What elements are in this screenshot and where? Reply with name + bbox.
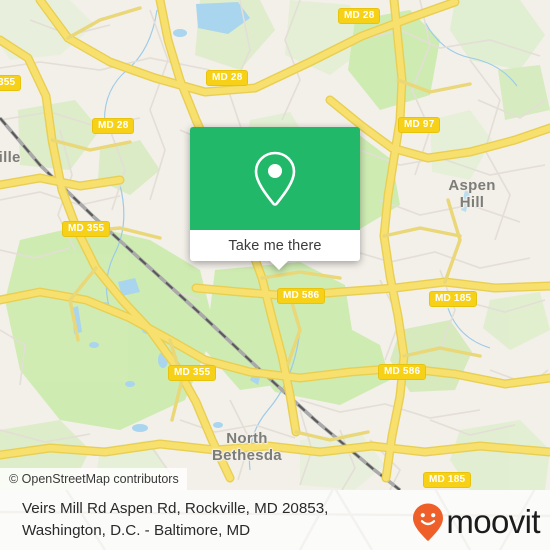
osm-attribution[interactable]: © OpenStreetMap contributors <box>0 468 187 490</box>
road-shield-md-355-upper[interactable]: MD 355 <box>62 221 111 237</box>
popup-pointer-tail <box>269 260 289 270</box>
road-shield-md-185-upper[interactable]: MD 185 <box>429 291 478 307</box>
moovit-smiling-pin-icon <box>413 503 444 541</box>
map-canvas[interactable]: ville Aspen Hill North Bethesda MD 28 MD… <box>0 0 550 490</box>
road-shield-md-28-left[interactable]: MD 28 <box>92 118 135 134</box>
road-shield-md-355-edge[interactable]: 355 <box>0 75 22 91</box>
map-page: ville Aspen Hill North Bethesda MD 28 MD… <box>0 0 550 550</box>
moovit-wordmark: moovit <box>446 503 540 540</box>
moovit-logo[interactable]: moovit <box>411 502 541 542</box>
take-me-there-label: Take me there <box>228 237 322 254</box>
osm-attribution-label: © OpenStreetMap contributors <box>9 472 179 486</box>
popup-header <box>190 127 360 230</box>
location-popup-card[interactable]: Take me there <box>190 127 360 270</box>
map-pin-icon <box>254 151 296 206</box>
road-shield-md-28-upper[interactable]: MD 28 <box>206 70 249 86</box>
take-me-there-button[interactable]: Take me there <box>190 230 360 261</box>
road-shield-md-586-center[interactable]: MD 586 <box>277 288 326 304</box>
road-shield-md-97[interactable]: MD 97 <box>398 117 441 133</box>
footer-bar: Veirs Mill Rd Aspen Rd, Rockville, MD 20… <box>0 490 550 550</box>
location-title: Veirs Mill Rd Aspen Rd, Rockville, MD 20… <box>22 500 329 539</box>
road-shield-md-28-top[interactable]: MD 28 <box>338 8 381 24</box>
road-shield-md-355-lower[interactable]: MD 355 <box>168 365 217 381</box>
road-shield-md-185-lower[interactable]: MD 185 <box>423 472 472 488</box>
road-shield-md-586-right[interactable]: MD 586 <box>378 364 427 380</box>
